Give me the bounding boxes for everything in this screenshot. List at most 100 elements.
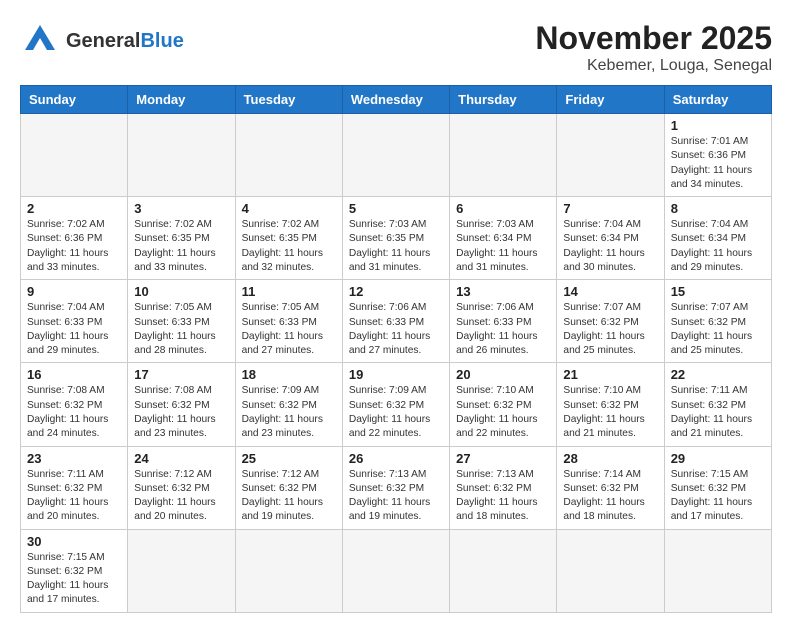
day-number: 25: [242, 451, 336, 466]
day-info: Sunrise: 7:10 AM Sunset: 6:32 PM Dayligh…: [563, 384, 657, 441]
calendar-cell: 11 Sunrise: 7:05 AM Sunset: 6:33 PM Dayli…: [235, 280, 342, 363]
day-number: 14: [563, 284, 657, 299]
day-number: 21: [563, 367, 657, 382]
day-info: Sunrise: 7:11 AM Sunset: 6:32 PM Dayligh…: [27, 468, 121, 525]
calendar-cell: [342, 529, 449, 612]
weekday-header-monday: Monday: [128, 86, 235, 114]
day-info: Sunrise: 7:07 AM Sunset: 6:32 PM Dayligh…: [563, 301, 657, 358]
day-info: Sunrise: 7:02 AM Sunset: 6:36 PM Dayligh…: [27, 218, 121, 275]
calendar-cell: 23 Sunrise: 7:11 AM Sunset: 6:32 PM Dayli…: [21, 446, 128, 529]
calendar-cell: 30 Sunrise: 7:15 AM Sunset: 6:32 PM Dayli…: [21, 529, 128, 612]
calendar-cell: 20 Sunrise: 7:10 AM Sunset: 6:32 PM Dayli…: [450, 363, 557, 446]
logo: GeneralBlue: [20, 20, 184, 61]
week-row-4: 16Sunrise: 7:08 AM Sunset: 6:32 PM Dayli…: [21, 363, 772, 446]
calendar-cell: 26Sunrise: 7:13 AM Sunset: 6:32 PM Dayli…: [342, 446, 449, 529]
calendar-cell: 2 Sunrise: 7:02 AM Sunset: 6:36 PM Daylig…: [21, 197, 128, 280]
page-title: November 2025: [535, 20, 772, 57]
title-block: November 2025 Kebemer, Louga, Senegal: [535, 20, 772, 75]
day-number: 17: [134, 367, 228, 382]
calendar-cell: [342, 114, 449, 197]
day-info: Sunrise: 7:07 AM Sunset: 6:32 PM Dayligh…: [671, 301, 765, 358]
logo-blue: Blue: [140, 30, 183, 52]
day-number: 16: [27, 367, 121, 382]
day-number: 12: [349, 284, 443, 299]
calendar-cell: 1 Sunrise: 7:01 AM Sunset: 6:36 PM Daylig…: [664, 114, 771, 197]
week-row-6: 30 Sunrise: 7:15 AM Sunset: 6:32 PM Dayli…: [21, 529, 772, 612]
day-number: 22: [671, 367, 765, 382]
day-info: Sunrise: 7:12 AM Sunset: 6:32 PM Dayligh…: [242, 468, 336, 525]
calendar-cell: 7 Sunrise: 7:04 AM Sunset: 6:34 PM Daylig…: [557, 197, 664, 280]
day-info: Sunrise: 7:06 AM Sunset: 6:33 PM Dayligh…: [456, 301, 550, 358]
day-info: Sunrise: 7:09 AM Sunset: 6:32 PM Dayligh…: [242, 384, 336, 441]
calendar-cell: [664, 529, 771, 612]
calendar-table: SundayMondayTuesdayWednesdayThursdayFrid…: [20, 85, 772, 613]
day-number: 20: [456, 367, 550, 382]
day-number: 7: [563, 201, 657, 216]
day-number: 28: [563, 451, 657, 466]
day-info: Sunrise: 7:05 AM Sunset: 6:33 PM Dayligh…: [242, 301, 336, 358]
calendar-cell: [235, 114, 342, 197]
day-number: 8: [671, 201, 765, 216]
day-info: Sunrise: 7:09 AM Sunset: 6:32 PM Dayligh…: [349, 384, 443, 441]
day-info: Sunrise: 7:03 AM Sunset: 6:35 PM Dayligh…: [349, 218, 443, 275]
calendar-cell: 24 Sunrise: 7:12 AM Sunset: 6:32 PM Dayli…: [128, 446, 235, 529]
day-info: Sunrise: 7:14 AM Sunset: 6:32 PM Dayligh…: [563, 468, 657, 525]
day-number: 13: [456, 284, 550, 299]
day-number: 15: [671, 284, 765, 299]
calendar-cell: 5 Sunrise: 7:03 AM Sunset: 6:35 PM Daylig…: [342, 197, 449, 280]
day-number: 24: [134, 451, 228, 466]
day-info: Sunrise: 7:15 AM Sunset: 6:32 PM Dayligh…: [671, 468, 765, 525]
day-number: 27: [456, 451, 550, 466]
calendar-cell: 19Sunrise: 7:09 AM Sunset: 6:32 PM Dayli…: [342, 363, 449, 446]
day-number: 2: [27, 201, 121, 216]
calendar-cell: 27 Sunrise: 7:13 AM Sunset: 6:32 PM Dayli…: [450, 446, 557, 529]
calendar-cell: 21 Sunrise: 7:10 AM Sunset: 6:32 PM Dayli…: [557, 363, 664, 446]
day-number: 18: [242, 367, 336, 382]
weekday-header-thursday: Thursday: [450, 86, 557, 114]
calendar-cell: 14 Sunrise: 7:07 AM Sunset: 6:32 PM Dayli…: [557, 280, 664, 363]
day-info: Sunrise: 7:11 AM Sunset: 6:32 PM Dayligh…: [671, 384, 765, 441]
weekday-header-row: SundayMondayTuesdayWednesdayThursdayFrid…: [21, 86, 772, 114]
calendar-cell: [450, 114, 557, 197]
day-info: Sunrise: 7:05 AM Sunset: 6:33 PM Dayligh…: [134, 301, 228, 358]
day-info: Sunrise: 7:13 AM Sunset: 6:32 PM Dayligh…: [456, 468, 550, 525]
day-info: Sunrise: 7:15 AM Sunset: 6:32 PM Dayligh…: [27, 551, 121, 608]
week-row-2: 2 Sunrise: 7:02 AM Sunset: 6:36 PM Daylig…: [21, 197, 772, 280]
day-info: Sunrise: 7:03 AM Sunset: 6:34 PM Dayligh…: [456, 218, 550, 275]
week-row-3: 9 Sunrise: 7:04 AM Sunset: 6:33 PM Daylig…: [21, 280, 772, 363]
calendar-cell: [557, 529, 664, 612]
day-info: Sunrise: 7:04 AM Sunset: 6:33 PM Dayligh…: [27, 301, 121, 358]
calendar-cell: [128, 114, 235, 197]
day-number: 11: [242, 284, 336, 299]
day-number: 6: [456, 201, 550, 216]
day-number: 5: [349, 201, 443, 216]
day-info: Sunrise: 7:10 AM Sunset: 6:32 PM Dayligh…: [456, 384, 550, 441]
day-number: 29: [671, 451, 765, 466]
day-info: Sunrise: 7:01 AM Sunset: 6:36 PM Dayligh…: [671, 135, 765, 192]
weekday-header-friday: Friday: [557, 86, 664, 114]
calendar-cell: 15 Sunrise: 7:07 AM Sunset: 6:32 PM Dayli…: [664, 280, 771, 363]
weekday-header-sunday: Sunday: [21, 86, 128, 114]
day-number: 26: [349, 451, 443, 466]
week-row-1: 1 Sunrise: 7:01 AM Sunset: 6:36 PM Daylig…: [21, 114, 772, 197]
weekday-header-wednesday: Wednesday: [342, 86, 449, 114]
day-number: 9: [27, 284, 121, 299]
day-info: Sunrise: 7:12 AM Sunset: 6:32 PM Dayligh…: [134, 468, 228, 525]
calendar-cell: 3Sunrise: 7:02 AM Sunset: 6:35 PM Daylig…: [128, 197, 235, 280]
calendar-cell: 28 Sunrise: 7:14 AM Sunset: 6:32 PM Dayli…: [557, 446, 664, 529]
calendar-cell: [557, 114, 664, 197]
day-info: Sunrise: 7:04 AM Sunset: 6:34 PM Dayligh…: [563, 218, 657, 275]
calendar-cell: 29 Sunrise: 7:15 AM Sunset: 6:32 PM Dayli…: [664, 446, 771, 529]
day-number: 30: [27, 534, 121, 549]
calendar-cell: 17Sunrise: 7:08 AM Sunset: 6:32 PM Dayli…: [128, 363, 235, 446]
day-info: Sunrise: 7:02 AM Sunset: 6:35 PM Dayligh…: [242, 218, 336, 275]
day-number: 23: [27, 451, 121, 466]
day-number: 1: [671, 118, 765, 133]
calendar-cell: [128, 529, 235, 612]
day-info: Sunrise: 7:02 AM Sunset: 6:35 PM Dayligh…: [134, 218, 228, 275]
weekday-header-saturday: Saturday: [664, 86, 771, 114]
page-header: GeneralBlue November 2025 Kebemer, Louga…: [20, 20, 772, 75]
calendar-cell: [21, 114, 128, 197]
calendar-cell: 6 Sunrise: 7:03 AM Sunset: 6:34 PM Daylig…: [450, 197, 557, 280]
logo-general: General: [66, 30, 140, 52]
